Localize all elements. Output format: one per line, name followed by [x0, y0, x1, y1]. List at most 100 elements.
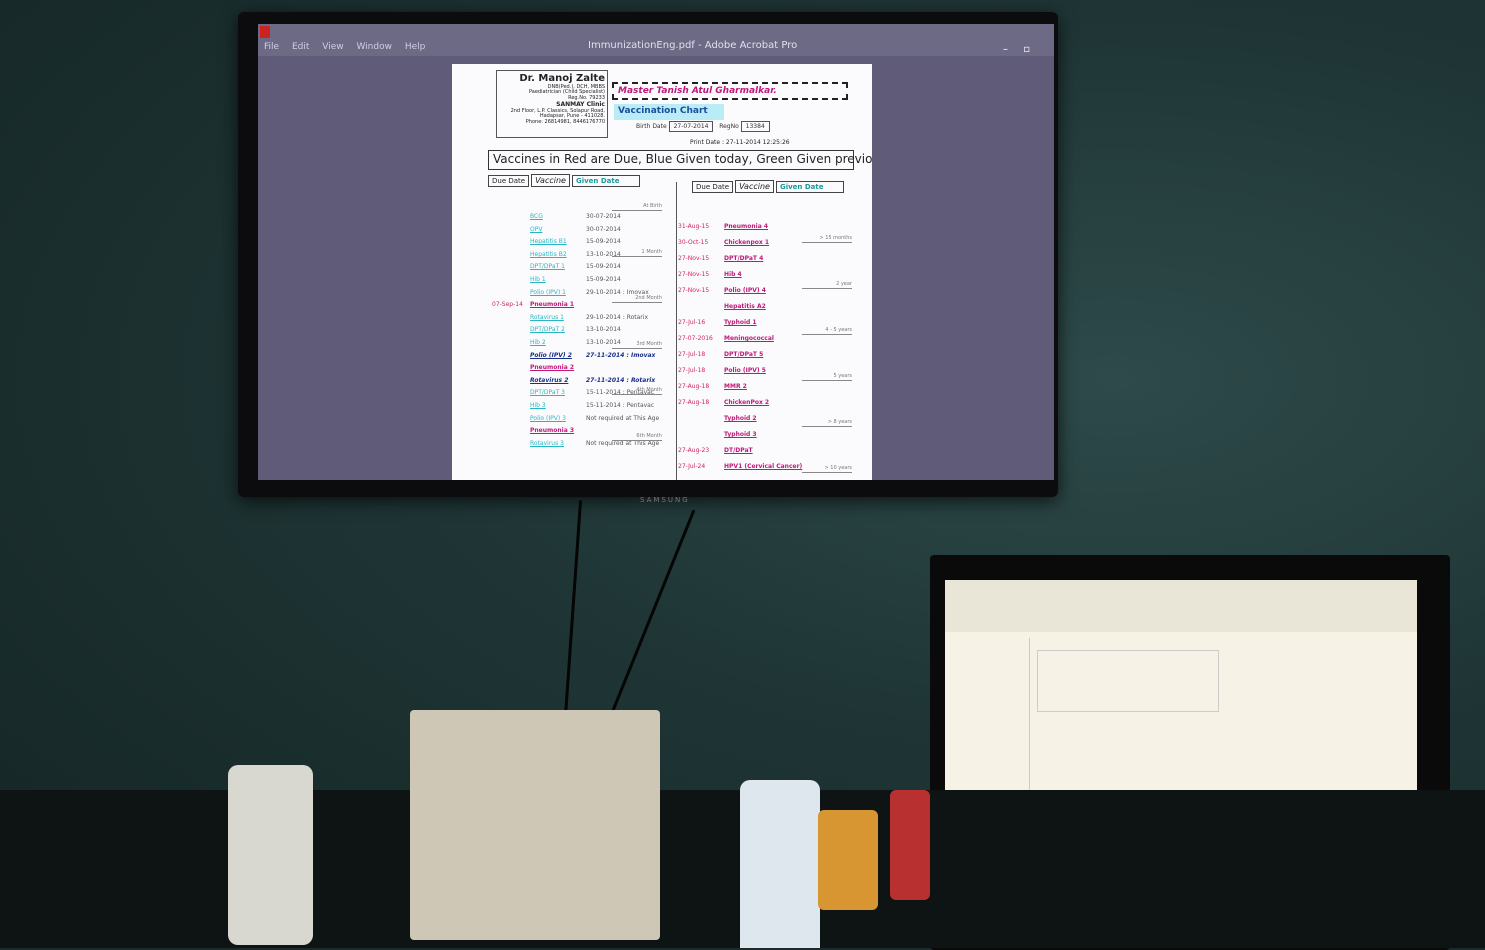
due-date: 30-Oct-15 [678, 239, 709, 246]
vaccine-name[interactable]: Pneumonia 1 [530, 301, 600, 309]
vaccine-name[interactable]: Typhoid 1 [724, 319, 757, 327]
vaccine-row: 27-Nov-15 DPT/DPaT 4 [678, 255, 763, 263]
doctor-name: Dr. Manoj Zalte [519, 73, 605, 84]
vaccine-name[interactable]: DPT/DPaT 5 [724, 351, 763, 359]
menu-edit[interactable]: Edit [292, 42, 309, 52]
doctor-box: Dr. Manoj Zalte DNB(Ped.), DCH, MBBS Pae… [496, 70, 608, 138]
vaccine-row: BCG 30-07-2014 [492, 213, 621, 221]
given-date: Not required at This Age [586, 414, 660, 422]
vaccine-row: Pneumonia 3 [492, 427, 600, 435]
age-section-label: 4th Month [612, 387, 662, 395]
given-date: 13-10-2014 [586, 326, 621, 334]
due-date: 27-07-2016 [678, 335, 713, 342]
given-date: 15-09-2014 [586, 263, 621, 271]
column-divider [676, 182, 677, 480]
vaccine-name[interactable]: MMR 2 [724, 383, 747, 391]
vaccine-name[interactable]: HPV1 (Cervical Cancer) [724, 463, 802, 471]
reg-no: 13384 [740, 121, 770, 132]
age-section-label: > 15 months [802, 235, 852, 243]
vaccine-name[interactable]: Rotavirus 2 [530, 377, 586, 385]
given-date: 30-07-2014 [586, 213, 621, 220]
vaccine-name[interactable]: BCG [530, 213, 586, 221]
given-date: 15-09-2014 [586, 276, 621, 283]
patient-name: Master Tanish Atul Gharmalkar. [612, 82, 848, 100]
window-controls[interactable]: – ▫ [1003, 44, 1036, 55]
vaccine-row: Hepatitis A2 [678, 303, 766, 311]
vaccine-row: Hepatitis B1 15-09-2014 [492, 238, 621, 246]
menu-file[interactable]: File [264, 42, 279, 52]
orange-container [818, 810, 878, 910]
vaccine-name[interactable]: DPT/DPaT 3 [530, 389, 586, 397]
given-date: 27-11-2014 : Rotarix [586, 376, 656, 384]
age-section-label: 5 years [802, 373, 852, 381]
office-ribbon [945, 580, 1417, 632]
vaccine-row: 27-Jul-18 DPT/DPaT 5 [678, 351, 763, 359]
menu-window[interactable]: Window [356, 42, 392, 52]
vaccine-name[interactable]: Polio (IPV) 4 [724, 287, 766, 295]
vaccine-row: 07-Sep-14 Pneumonia 1 [492, 301, 600, 309]
vaccine-row: Rotavirus 3 Not required at This Age [492, 440, 659, 448]
vaccine-name[interactable]: Rotavirus 1 [530, 314, 586, 322]
doctor-line: Phone: 26814981, 8446176770 [525, 119, 605, 126]
vaccine-name[interactable]: DPT/DPaT 2 [530, 326, 586, 334]
vaccine-name[interactable]: Polio (IPV) 1 [530, 289, 586, 297]
vaccine-name[interactable]: Pneumonia 3 [530, 427, 600, 435]
given-date: 15-09-2014 [586, 238, 621, 246]
vaccine-name[interactable]: Typhoid 2 [724, 415, 757, 423]
vaccine-name[interactable]: OPV [530, 226, 586, 234]
tv-brand-logo: SAMSUNG [640, 496, 690, 504]
vaccine-name[interactable]: Pneumonia 2 [530, 364, 600, 372]
tissue-roll [228, 765, 313, 945]
due-date: 27-Nov-15 [678, 271, 710, 278]
vaccine-row: OPV 30-07-2014 [492, 225, 621, 234]
due-date: 27-Nov-15 [678, 287, 710, 294]
vaccine-name[interactable]: Meningococcal [724, 335, 774, 343]
vaccine-name[interactable]: Polio (IPV) 2 [530, 352, 586, 360]
vaccine-name[interactable]: Chickenpox 1 [724, 239, 769, 247]
chart-title: Vaccination Chart [614, 104, 724, 120]
due-date: 27-Nov-15 [678, 255, 710, 262]
given-date: 30-07-2014 [586, 225, 621, 233]
due-header: Due Date [692, 181, 734, 194]
vaccine-name[interactable]: Hepatitis A2 [724, 303, 766, 311]
vaccine-row: 27-Nov-15 Hib 4 [678, 271, 742, 279]
vaccine-row: Pneumonia 2 [492, 364, 600, 372]
due-date: 27-Jul-16 [678, 319, 706, 326]
sanitizer-bottle [740, 780, 820, 948]
vaccine-name[interactable]: DPT/DPaT 4 [724, 255, 763, 263]
vaccine-row: 27-Aug-18 MMR 2 [678, 383, 747, 391]
vaccine-name[interactable]: Rotavirus 3 [530, 440, 586, 448]
given-date: 27-11-2014 : Imovax [586, 351, 656, 359]
vaccine-header: Vaccine [531, 174, 570, 188]
menu-help[interactable]: Help [405, 42, 426, 52]
print-date: Print Date : 27-11-2014 12:25:26 [690, 139, 790, 146]
vaccine-row: 27-Jul-16 Typhoid 1 [678, 319, 757, 327]
age-section-label: 3rd Month [612, 341, 662, 349]
vaccine-name[interactable]: DT/DPaT [724, 447, 753, 455]
vaccine-header: Vaccine [735, 180, 774, 194]
vaccine-name[interactable]: Pneumonia 4 [724, 223, 768, 231]
vaccine-name[interactable]: DPT/DPaT 1 [530, 263, 586, 271]
vaccine-name[interactable]: Hib 1 [530, 276, 586, 284]
vaccine-row: 27-Nov-15 Polio (IPV) 4 [678, 287, 766, 295]
vaccine-name[interactable]: Polio (IPV) 5 [724, 367, 766, 375]
vaccine-name[interactable]: Hib 3 [530, 402, 586, 410]
due-date: 27-Aug-18 [678, 399, 710, 406]
vaccine-name[interactable]: Hib 4 [724, 271, 742, 279]
acrobat-titlebar: File Edit View Window Help ImmunizationE… [258, 24, 1054, 56]
age-section-label: > 10 years [802, 465, 852, 473]
due-date: 27-Aug-18 [678, 383, 710, 390]
vaccine-name[interactable]: ChickenPox 2 [724, 399, 769, 407]
vaccine-row: 31-Aug-15 Pneumonia 4 [678, 223, 768, 231]
age-section-label: > 8 years [802, 419, 852, 427]
vaccine-name[interactable]: Hib 2 [530, 339, 586, 347]
vaccine-name[interactable]: Hepatitis B1 [530, 238, 586, 246]
menu-bar: File Edit View Window Help [264, 42, 435, 52]
window-title: ImmunizationEng.pdf - Adobe Acrobat Pro [588, 40, 798, 51]
menu-view[interactable]: View [322, 42, 343, 52]
vaccine-name[interactable]: Polio (IPV) 3 [530, 415, 586, 423]
vaccine-row: 30-Oct-15 Chickenpox 1 [678, 239, 769, 247]
vaccine-name[interactable]: Typhoid 3 [724, 431, 757, 439]
vaccine-name[interactable]: Hepatitis B2 [530, 251, 586, 259]
birth-label: Birth Date [636, 123, 667, 130]
